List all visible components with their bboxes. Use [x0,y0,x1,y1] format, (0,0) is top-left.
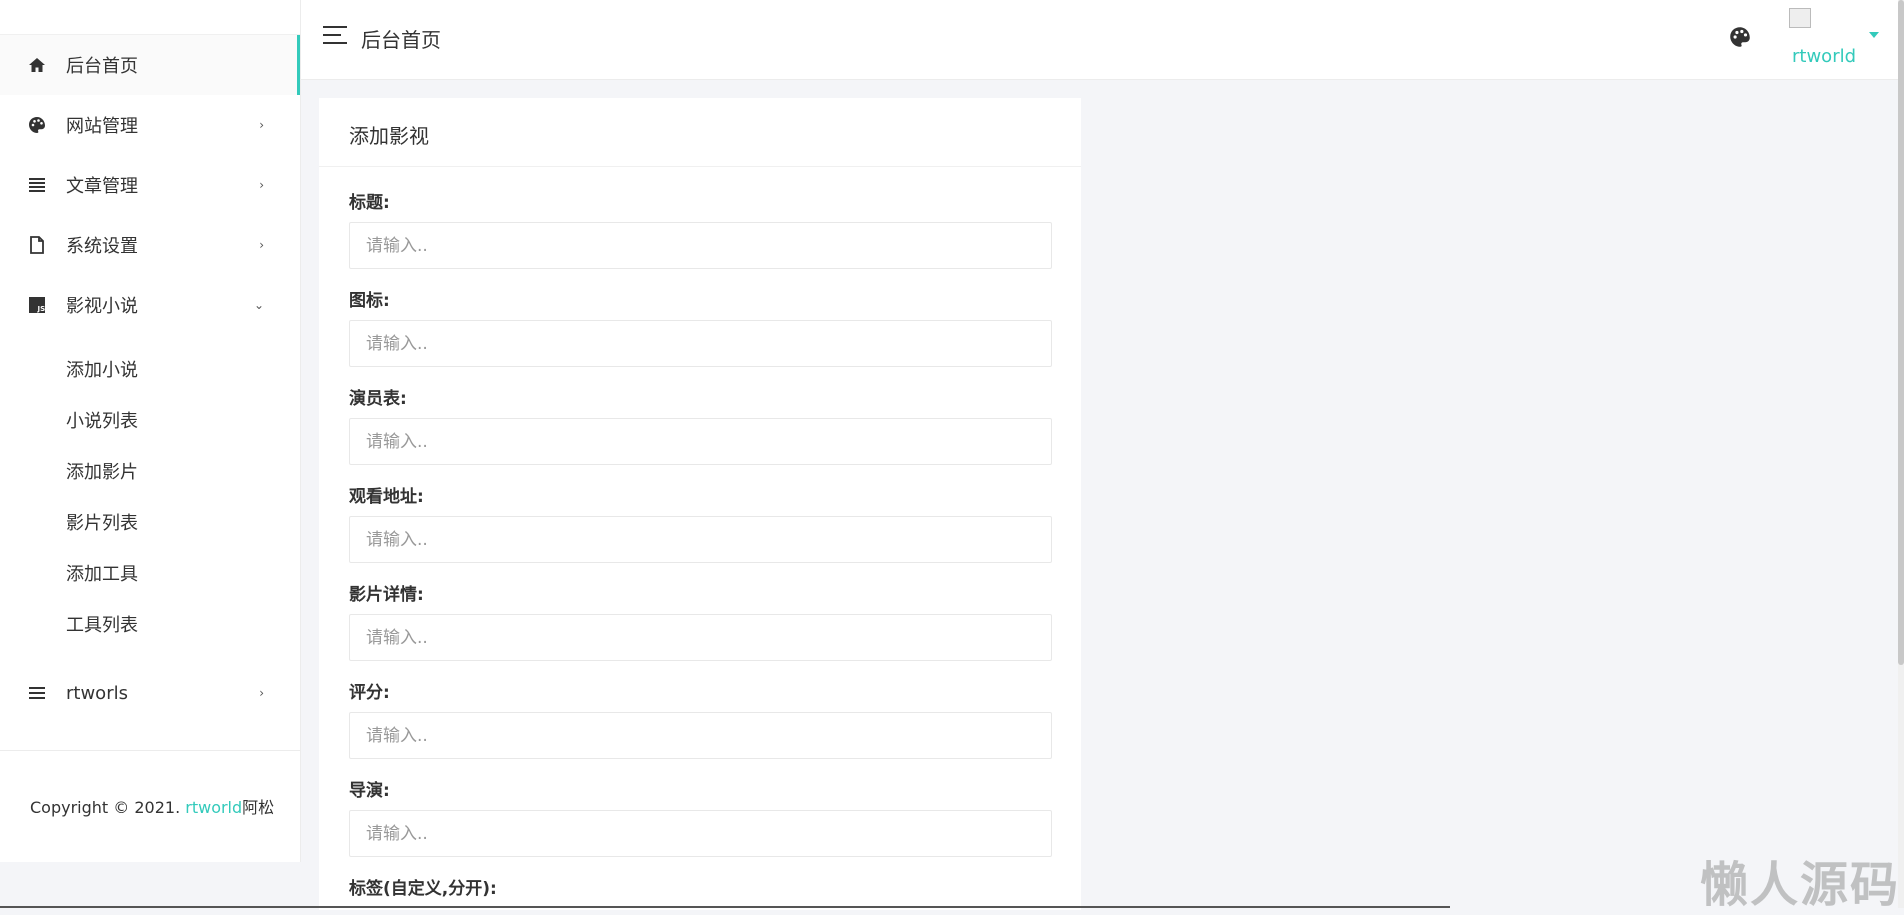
submenu-item-film-list[interactable]: 影片列表 [0,498,300,549]
director-input[interactable] [349,810,1052,857]
details-input[interactable] [349,614,1052,661]
page-scrollbar[interactable] [1898,0,1904,908]
chevron-right-icon: › [259,118,264,132]
cast-input[interactable] [349,418,1052,465]
sidebar-item-label: 系统设置 [66,236,138,257]
sidebar-item-dashboard[interactable]: 后台首页 [0,35,300,95]
top-header: 后台首页 rtworld [301,0,1901,80]
card-header [319,98,1081,167]
form-group-cast: 演员表: [349,384,1052,465]
cast-label: 演员表: [349,389,407,409]
tags-label: 标签(自定义,分开): [349,879,497,899]
sidebar-item-media[interactable]: JS 影视小说 ⌄ [0,275,300,335]
submenu-item-tool-list[interactable]: 工具列表 [0,600,300,651]
list-icon [28,176,46,194]
submenu-item-novel-list[interactable]: 小说列表 [0,396,300,447]
card-title: 添加影视 [349,124,429,148]
form-group-rating: 评分: [349,678,1052,759]
submenu-item-add-film[interactable]: 添加影片 [0,447,300,498]
watch-url-label: 观看地址: [349,487,424,507]
add-film-card: 添加影视 标题: 图标: 演员表: 观看地址: 影片详情: 评分: 导演: 标签… [319,98,1081,910]
watch-url-input[interactable] [349,516,1052,563]
title-input[interactable] [349,222,1052,269]
submenu-item-add-tool[interactable]: 添加工具 [0,549,300,600]
avatar[interactable] [1789,8,1811,28]
sidebar-submenu: 添加小说 小说列表 添加影片 影片列表 添加工具 工具列表 [0,335,300,663]
file-icon [28,236,46,254]
username[interactable]: rtworld [1792,46,1856,67]
sidebar-top [0,0,300,35]
caret-down-icon[interactable] [1869,32,1879,38]
js-icon: JS [28,296,46,314]
sidebar-item-articles[interactable]: 文章管理 › [0,155,300,215]
sidebar-item-site[interactable]: 网站管理 › [0,95,300,155]
sidebar-item-label: 后台首页 [66,56,138,77]
sidebar-item-settings[interactable]: 系统设置 › [0,215,300,275]
watermark: 懒人源码 [1700,857,1901,913]
chevron-right-icon: › [259,238,264,252]
copyright-prefix: Copyright © 2021. [30,798,186,817]
copyright-brand-link[interactable]: rtworld [185,798,242,817]
svg-text:JS: JS [37,305,46,313]
theme-palette-icon[interactable] [1729,26,1751,52]
submenu-item-add-novel[interactable]: 添加小说 [0,345,300,396]
sidebar-item-label: 文章管理 [66,176,138,197]
details-label: 影片详情: [349,585,424,605]
director-label: 导演: [349,781,390,801]
sidebar-item-rtworls[interactable]: rtworls › [0,663,300,723]
copyright-text: Copyright © 2021. rtworld阿松 [0,794,274,818]
icon-input[interactable] [349,320,1052,367]
scrollbar-thumb[interactable] [1898,0,1904,665]
hamburger-menu-icon[interactable] [323,26,347,44]
copyright-suffix: 阿松 [242,798,275,817]
menu-icon [28,684,46,702]
title-label: 标题: [349,193,390,213]
form-group-watch-url: 观看地址: [349,482,1052,563]
palette-icon [28,116,46,134]
form-group-tags: 标签(自定义,分开): [349,874,1052,899]
sidebar-footer: Copyright © 2021. rtworld阿松 [0,750,300,861]
rating-label: 评分: [349,683,390,703]
sidebar: 后台首页 网站管理 › 文章管理 › 系统设置 › JS 影视小说 ⌄ 添加小说… [0,0,301,862]
sidebar-item-label: 网站管理 [66,116,138,137]
form-group-icon: 图标: [349,286,1052,367]
chevron-right-icon: › [259,178,264,192]
chevron-down-icon: ⌄ [253,298,264,312]
sidebar-item-label: 影视小说 [66,296,138,317]
sidebar-item-label: rtworls [66,682,128,704]
form-group-details: 影片详情: [349,580,1052,661]
user-menu[interactable]: rtworld [1789,8,1879,68]
form-group-title: 标题: [349,188,1052,269]
home-icon [28,56,46,74]
chevron-right-icon: › [259,686,264,700]
icon-label: 图标: [349,291,390,311]
form-group-director: 导演: [349,776,1052,857]
page-title: 后台首页 [361,28,441,52]
rating-input[interactable] [349,712,1052,759]
